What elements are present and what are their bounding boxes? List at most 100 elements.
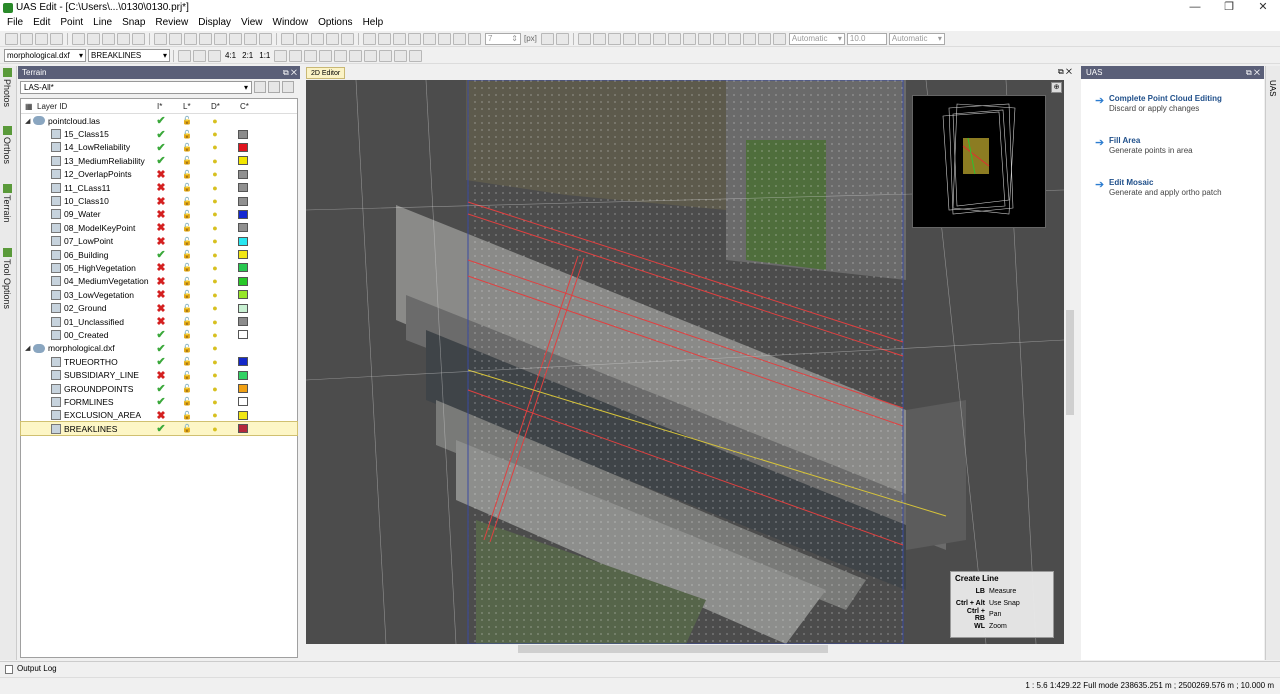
color-swatch[interactable] [238,370,248,380]
review-tool-11-icon[interactable] [742,32,756,45]
vertical-scrollbar[interactable] [1065,80,1075,644]
column-l[interactable]: L* [183,102,191,111]
visibility-cross-icon[interactable]: ✖ [155,275,167,288]
line-tool-2-icon[interactable] [311,32,324,45]
layer-row[interactable]: 03_LowVegetation ✖ 🔓 ● [21,288,297,301]
left-tab-orthos[interactable]: Orthos [2,126,12,164]
column-c[interactable]: C* [240,102,249,111]
lock-icon[interactable]: 🔓 [181,371,193,380]
display-tool-1-icon[interactable] [555,32,569,45]
color-swatch[interactable] [238,196,248,206]
right-tab-uas[interactable]: UAS [1268,80,1277,96]
layer-row[interactable]: 02_Ground ✖ 🔓 ● [21,301,297,315]
column-layer-id[interactable]: Layer ID [37,102,67,111]
layer-row[interactable]: 10_Class10 ✖ 🔓 ● [21,194,297,208]
color-swatch[interactable] [238,384,248,393]
bulb-icon[interactable]: ● [209,183,221,193]
color-swatch[interactable] [238,410,248,420]
layer-row[interactable]: 00_Created ✔ 🔓 ● [21,328,297,341]
lock-icon[interactable]: 🔓 [181,384,193,393]
bulb-icon[interactable]: ● [209,384,221,394]
color-swatch[interactable] [238,142,248,152]
horizontal-scrollbar[interactable] [306,644,1064,655]
lock-icon[interactable]: 🔓 [181,197,193,206]
lock-icon[interactable]: 🔓 [181,250,193,259]
value-input[interactable]: 10.0 [846,32,887,45]
layer-filter-select[interactable]: LAS-All* ▾ [20,80,252,94]
visibility-check-icon[interactable]: ✔ [155,154,167,167]
view-tool-5-icon[interactable] [349,49,363,62]
lock-icon[interactable]: 🔓 [181,290,193,299]
close-button[interactable]: ✕ [1246,0,1280,15]
layer-row[interactable]: EXCLUSION_AREA ✖ 🔓 ● [21,409,297,422]
layer-group[interactable]: ◢ pointcloud.las ✔ 🔓 ● [21,114,297,127]
menu-options[interactable]: Options [313,15,357,31]
layer-row[interactable]: 08_ModelKeyPoint ✖ 🔓 ● [21,221,297,234]
review-tool-6-icon[interactable] [667,32,681,45]
point-tool-2-icon[interactable] [184,32,197,45]
edit-tool-2-icon[interactable] [102,32,115,45]
file-tool-1-icon[interactable] [20,32,33,45]
review-tool-5-icon[interactable] [652,32,666,45]
layer-group[interactable]: ◢ morphological.dxf ✔ 🔓 ● [21,342,297,355]
review-tool-0-icon[interactable] [577,32,591,45]
lock-icon[interactable]: 🔓 [181,304,193,313]
layer-row[interactable]: SUBSIDIARY_LINE ✖ 🔓 ● [21,368,297,382]
edit-tool-3-icon[interactable] [117,32,130,45]
restore-button[interactable]: ❐ [1212,0,1246,15]
visibility-cross-icon[interactable]: ✖ [155,181,167,194]
visibility-cross-icon[interactable]: ✖ [155,288,167,301]
review-tool-1-icon[interactable] [592,32,606,45]
review-tool-10-icon[interactable] [727,32,741,45]
left-tab-tool-options[interactable]: Tool Options [2,248,12,309]
edit-tool-4-icon[interactable] [132,32,145,45]
layer-row[interactable]: GROUNDPOINTS ✔ 🔓 ● [21,382,297,395]
file-select[interactable]: morphological.dxf ▾ [4,49,86,62]
color-swatch[interactable] [238,129,248,139]
lock-icon[interactable]: 🔓 [181,143,193,152]
nav-tool-0-icon[interactable] [178,49,191,62]
bulb-icon[interactable]: ● [209,142,221,152]
visibility-cross-icon[interactable]: ✖ [155,315,167,328]
spacing-input[interactable]: 7 ⇕ [485,32,521,45]
color-swatch[interactable] [238,236,248,246]
lock-icon[interactable]: 🔓 [181,411,193,420]
snap-tool-3-icon[interactable] [408,32,421,45]
layer-row[interactable]: 04_MediumVegetation ✖ 🔓 ● [21,275,297,288]
visibility-check-icon[interactable]: ✔ [155,128,167,141]
visibility-cross-icon[interactable]: ✖ [155,235,167,248]
lock-icon[interactable]: 🔓 [181,344,193,353]
color-swatch[interactable] [238,169,248,179]
layer-row[interactable]: BREAKLINES ✔ 🔓 ● [20,420,298,437]
bulb-icon[interactable]: ● [209,116,221,126]
review-tool-7-icon[interactable] [682,32,696,45]
lock-icon[interactable]: 🔓 [181,210,193,219]
bulb-icon[interactable]: ● [209,196,221,206]
point-tool-1-icon[interactable] [169,32,182,45]
zoom-4-1-button[interactable]: 4:1 [225,51,236,60]
review-tool-12-icon[interactable] [757,32,771,45]
review-tool-3-icon[interactable] [622,32,636,45]
expand-arrow-icon[interactable]: ◢ [25,117,33,125]
layer-row[interactable]: 05_HighVegetation ✖ 🔓 ● [21,261,297,274]
edit-tool-0-icon[interactable] [72,32,85,45]
color-swatch[interactable] [238,424,248,434]
map-viewport[interactable]: ⊕ Create Line LB Measure Ctrl + Alt Use Sna… [306,80,1064,644]
uas-action-fill-area[interactable]: ➔ Fill Area Generate points in area [1095,136,1193,155]
point-tool-0-icon[interactable] [154,32,167,45]
menu-edit[interactable]: Edit [28,15,55,31]
file-tool-0-icon[interactable] [5,32,18,45]
bulb-icon[interactable]: ● [209,317,221,327]
bulb-icon[interactable]: ● [209,276,221,286]
point-tool-7-icon[interactable] [259,32,272,45]
bulb-icon[interactable]: ● [209,156,221,166]
uas-action-edit-mosaic[interactable]: ➔ Edit Mosaic Generate and apply ortho pat… [1095,178,1222,197]
visibility-check-icon[interactable]: ✔ [155,141,167,154]
color-swatch[interactable] [238,209,248,219]
view-tool-1-icon[interactable] [289,49,303,62]
bulb-icon[interactable]: ● [209,303,221,313]
zoom-1-1-button[interactable]: 1:1 [259,51,270,60]
menu-review[interactable]: Review [150,15,193,31]
visibility-check-icon[interactable]: ✔ [155,328,167,341]
menu-file[interactable]: File [2,15,28,31]
